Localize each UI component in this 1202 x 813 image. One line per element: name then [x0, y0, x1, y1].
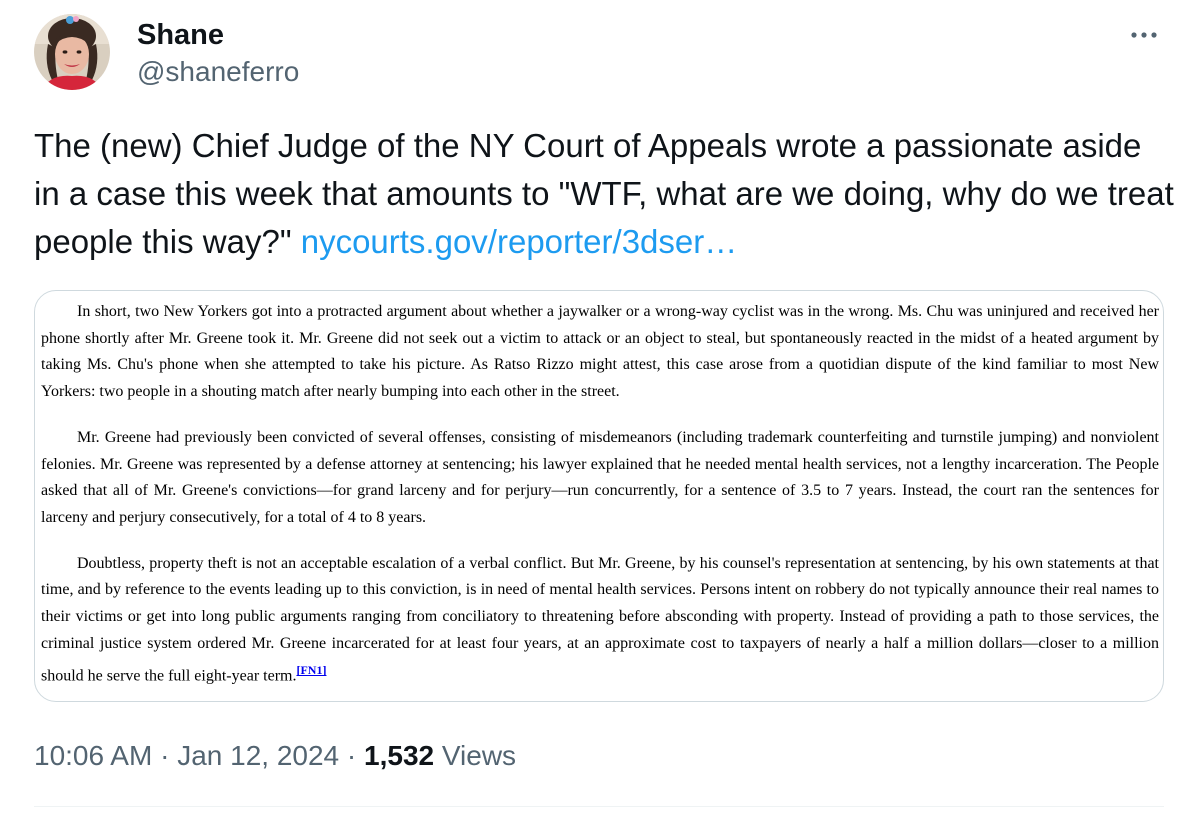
tweet-text: The (new) Chief Judge of the NY Court of…: [34, 122, 1174, 266]
tweet-header: Shane @shaneferro: [34, 14, 1164, 96]
excerpt-paragraph-text: Mr. Greene had previously been convicted…: [41, 428, 1159, 526]
profile-photo-icon: [34, 14, 110, 90]
excerpt-paragraph: Doubtless, property theft is not an acce…: [41, 551, 1159, 691]
court-excerpt-image: In short, two New Yorkers got into a pro…: [41, 299, 1159, 701]
tweet-link[interactable]: nycourts.gov/reporter/3dser…: [301, 223, 738, 260]
excerpt-paragraph-text: Doubtless, property theft is not an acce…: [41, 554, 1159, 685]
tweet-meta: 10:06 AM · Jan 12, 2024 · 1,532 Views: [34, 734, 516, 778]
avatar[interactable]: [34, 14, 110, 90]
more-horizontal-icon: [1131, 32, 1157, 38]
meta-separator: ·: [152, 740, 178, 771]
excerpt-paragraph: Mr. Greene had previously been convicted…: [41, 425, 1159, 532]
divider: [34, 806, 1164, 807]
excerpt-paragraph: In short, two New Yorkers got into a pro…: [41, 303, 1159, 401]
display-name[interactable]: Shane: [137, 18, 299, 52]
views-count: 1,532: [364, 740, 435, 771]
views-label: Views: [434, 740, 517, 771]
footnote-link: [FN1]: [296, 663, 327, 678]
handle[interactable]: @shaneferro: [137, 52, 299, 92]
author-names: Shane @shaneferro: [137, 18, 299, 92]
meta-separator: ·: [339, 740, 365, 771]
tweet-date[interactable]: Jan 12, 2024: [177, 740, 339, 771]
more-button[interactable]: [1124, 20, 1164, 50]
tweet-time[interactable]: 10:06 AM: [34, 740, 152, 771]
media-card[interactable]: In short, two New Yorkers got into a pro…: [34, 290, 1164, 702]
